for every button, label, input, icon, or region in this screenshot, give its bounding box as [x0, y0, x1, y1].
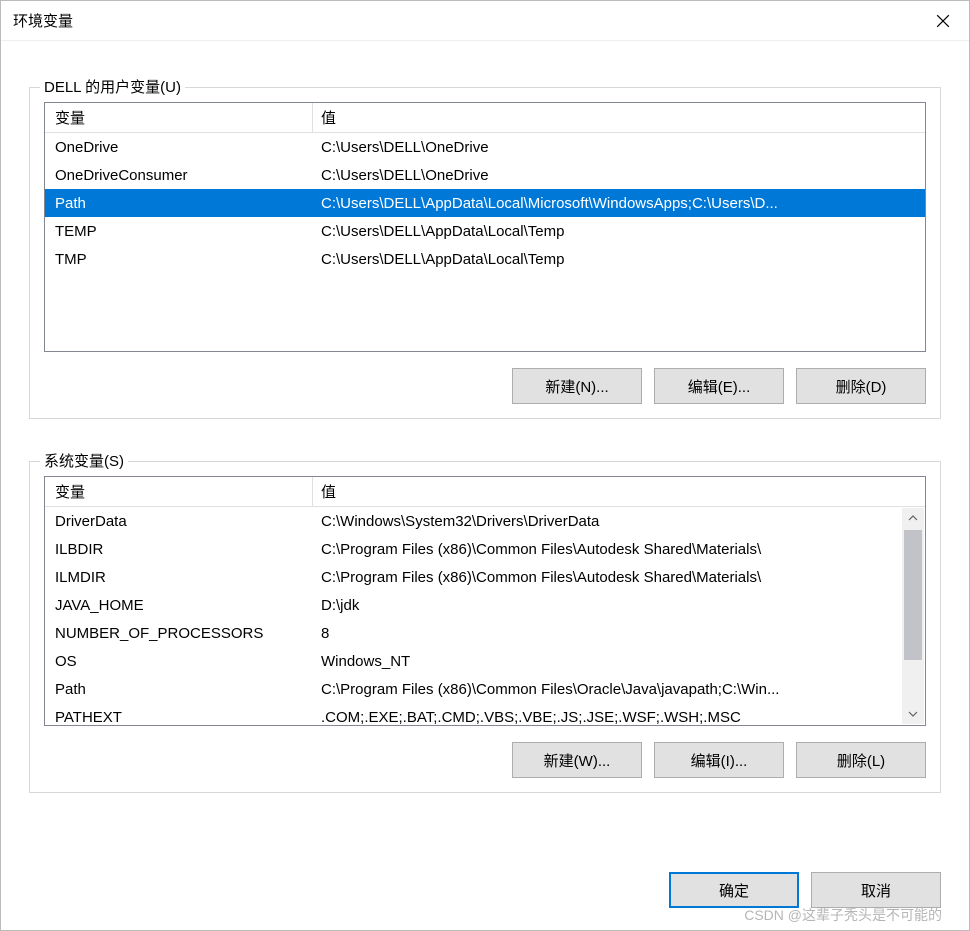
sys-vars-label: 系统变量(S) [40, 450, 128, 471]
dialog-content: DELL 的用户变量(U) 变量 值 OneDriveC:\Users\DELL… [1, 41, 969, 854]
table-row[interactable]: OSWindows_NT [45, 647, 903, 675]
table-row[interactable]: ILBDIRC:\Program Files (x86)\Common File… [45, 535, 903, 563]
user-vars-header: 变量 值 [45, 103, 925, 133]
sys-vars-list[interactable]: 变量 值 DriverDataC:\Windows\System32\Drive… [44, 476, 926, 726]
sys-buttons: 新建(W)... 编辑(I)... 删除(L) [44, 742, 926, 778]
var-value-cell: C:\Windows\System32\Drivers\DriverData [313, 513, 903, 530]
var-name-cell: TMP [45, 251, 313, 268]
table-row[interactable]: TMPC:\Users\DELL\AppData\Local\Temp [45, 245, 925, 273]
user-vars-label: DELL 的用户变量(U) [40, 76, 185, 97]
user-vars-group: DELL 的用户变量(U) 变量 值 OneDriveC:\Users\DELL… [29, 87, 941, 419]
user-buttons: 新建(N)... 编辑(E)... 删除(D) [44, 368, 926, 404]
close-icon [936, 14, 950, 28]
scroll-up-icon[interactable] [902, 508, 924, 528]
var-value-cell: C:\Program Files (x86)\Common Files\Auto… [313, 569, 903, 586]
var-value-cell: C:\Users\DELL\AppData\Local\Temp [313, 251, 925, 268]
ok-button[interactable]: 确定 [669, 872, 799, 908]
table-row[interactable]: NUMBER_OF_PROCESSORS8 [45, 619, 903, 647]
sys-edit-button[interactable]: 编辑(I)... [654, 742, 784, 778]
close-button[interactable] [917, 1, 969, 41]
env-vars-dialog: 环境变量 DELL 的用户变量(U) 变量 值 OneDriveC:\Users… [0, 0, 970, 931]
user-new-button[interactable]: 新建(N)... [512, 368, 642, 404]
user-col-value[interactable]: 值 [313, 103, 925, 132]
var-name-cell: TEMP [45, 223, 313, 240]
var-value-cell: C:\Users\DELL\AppData\Local\Microsoft\Wi… [313, 195, 925, 212]
user-edit-button[interactable]: 编辑(E)... [654, 368, 784, 404]
sys-scrollbar[interactable] [902, 508, 924, 724]
var-name-cell: ILMDIR [45, 569, 313, 586]
var-name-cell: JAVA_HOME [45, 597, 313, 614]
var-value-cell: C:\Program Files (x86)\Common Files\Auto… [313, 541, 903, 558]
table-row[interactable]: OneDriveConsumerC:\Users\DELL\OneDrive [45, 161, 925, 189]
var-name-cell: OneDriveConsumer [45, 167, 313, 184]
table-row[interactable]: PathC:\Users\DELL\AppData\Local\Microsof… [45, 189, 925, 217]
table-row[interactable]: JAVA_HOMED:\jdk [45, 591, 903, 619]
user-vars-list[interactable]: 变量 值 OneDriveC:\Users\DELL\OneDriveOneDr… [44, 102, 926, 352]
sys-col-name[interactable]: 变量 [45, 477, 313, 506]
table-row[interactable]: PATHEXT.COM;.EXE;.BAT;.CMD;.VBS;.VBE;.JS… [45, 703, 903, 725]
dialog-title: 环境变量 [13, 10, 73, 31]
sys-vars-group: 系统变量(S) 变量 值 DriverDataC:\Windows\System… [29, 461, 941, 793]
var-value-cell: Windows_NT [313, 653, 903, 670]
cancel-button[interactable]: 取消 [811, 872, 941, 908]
var-name-cell: OneDrive [45, 139, 313, 156]
dialog-footer: 确定 取消 [1, 854, 969, 930]
var-name-cell: DriverData [45, 513, 313, 530]
scroll-thumb[interactable] [904, 530, 922, 660]
var-value-cell: C:\Users\DELL\OneDrive [313, 139, 925, 156]
var-value-cell: C:\Users\DELL\AppData\Local\Temp [313, 223, 925, 240]
sys-delete-button[interactable]: 删除(L) [796, 742, 926, 778]
user-col-name[interactable]: 变量 [45, 103, 313, 132]
table-row[interactable]: OneDriveC:\Users\DELL\OneDrive [45, 133, 925, 161]
table-row[interactable]: PathC:\Program Files (x86)\Common Files\… [45, 675, 903, 703]
var-name-cell: Path [45, 195, 313, 212]
var-value-cell: C:\Program Files (x86)\Common Files\Orac… [313, 681, 903, 698]
sys-vars-header: 变量 值 [45, 477, 925, 507]
var-name-cell: Path [45, 681, 313, 698]
table-row[interactable]: DriverDataC:\Windows\System32\Drivers\Dr… [45, 507, 903, 535]
scroll-down-icon[interactable] [902, 704, 924, 724]
var-name-cell: NUMBER_OF_PROCESSORS [45, 625, 313, 642]
table-row[interactable]: TEMPC:\Users\DELL\AppData\Local\Temp [45, 217, 925, 245]
var-value-cell: 8 [313, 625, 903, 642]
titlebar: 环境变量 [1, 1, 969, 41]
var-name-cell: PATHEXT [45, 709, 313, 726]
sys-col-value[interactable]: 值 [313, 477, 925, 506]
sys-vars-body: DriverDataC:\Windows\System32\Drivers\Dr… [45, 507, 903, 725]
var-value-cell: .COM;.EXE;.BAT;.CMD;.VBS;.VBE;.JS;.JSE;.… [313, 709, 903, 726]
var-name-cell: ILBDIR [45, 541, 313, 558]
user-delete-button[interactable]: 删除(D) [796, 368, 926, 404]
var-value-cell: C:\Users\DELL\OneDrive [313, 167, 925, 184]
sys-new-button[interactable]: 新建(W)... [512, 742, 642, 778]
table-row[interactable]: ILMDIRC:\Program Files (x86)\Common File… [45, 563, 903, 591]
user-vars-body: OneDriveC:\Users\DELL\OneDriveOneDriveCo… [45, 133, 925, 273]
var-value-cell: D:\jdk [313, 597, 903, 614]
var-name-cell: OS [45, 653, 313, 670]
